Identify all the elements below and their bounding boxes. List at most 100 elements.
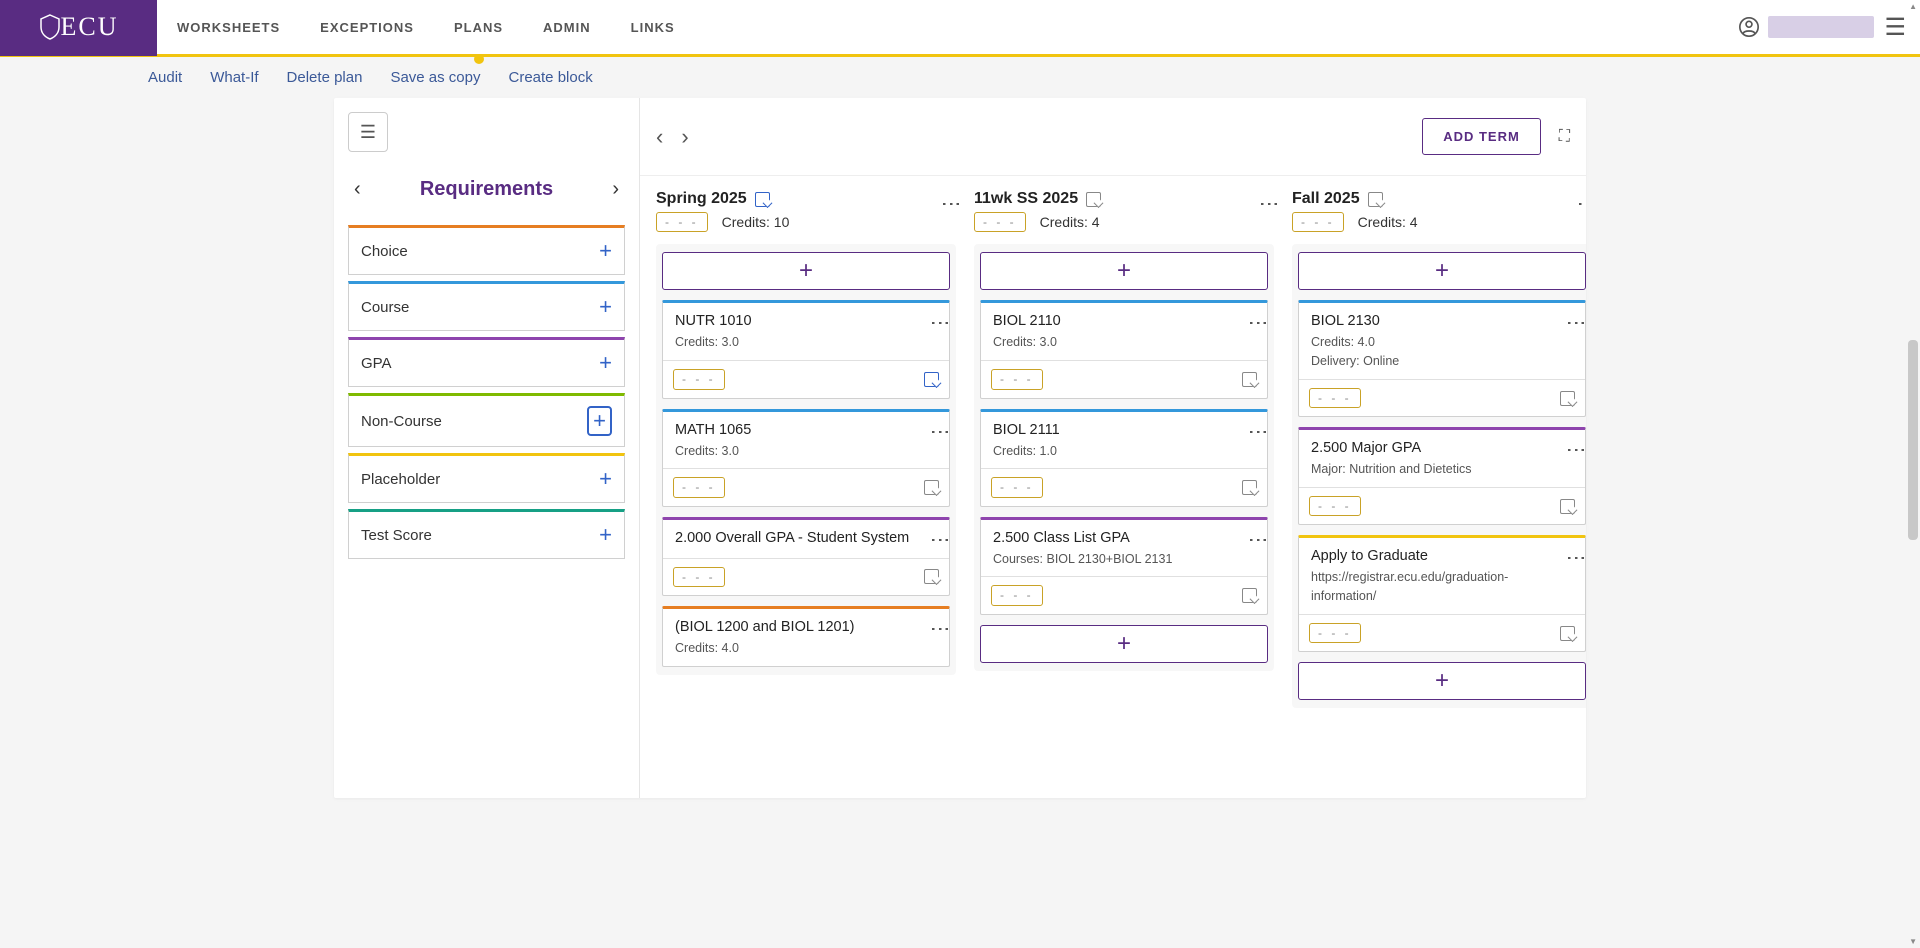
term-menu-icon[interactable]: [946, 190, 956, 216]
note-icon[interactable]: [1242, 588, 1257, 603]
course-card[interactable]: 2.500 Major GPAMajor: Nutrition and Diet…: [1298, 427, 1586, 525]
subnav-what-if[interactable]: What-If: [210, 69, 258, 86]
add-requirement-icon[interactable]: +: [599, 350, 612, 376]
add-card-button[interactable]: +: [980, 252, 1268, 290]
status-box[interactable]: - - -: [1292, 212, 1344, 232]
card-title: BIOL 2110: [993, 313, 1255, 329]
card-menu-icon[interactable]: [1253, 418, 1263, 444]
scroll-down-icon[interactable]: ▼: [1909, 937, 1917, 946]
scroll-next-icon[interactable]: ›: [681, 124, 688, 150]
app-menu-icon[interactable]: ☰: [1884, 13, 1906, 42]
scrollbar-thumb[interactable]: [1908, 340, 1918, 540]
requirement-gpa[interactable]: GPA+: [348, 337, 625, 387]
add-requirement-icon[interactable]: +: [599, 294, 612, 320]
note-icon[interactable]: [1242, 480, 1257, 495]
status-box[interactable]: - - -: [991, 369, 1043, 389]
add-card-button[interactable]: +: [1298, 252, 1586, 290]
add-term-button[interactable]: ADD TERM: [1422, 118, 1541, 155]
card-menu-icon[interactable]: [1253, 309, 1263, 335]
term-menu-icon[interactable]: [1582, 190, 1586, 216]
card-menu-icon[interactable]: [1571, 544, 1581, 570]
card-subtitle: Credits: 4.0Delivery: Online: [1311, 333, 1573, 371]
add-requirement-icon[interactable]: +: [599, 522, 612, 548]
card-menu-icon[interactable]: [935, 309, 945, 335]
requirement-choice[interactable]: Choice+: [348, 225, 625, 275]
requirement-course[interactable]: Course+: [348, 281, 625, 331]
term-menu-icon[interactable]: [1264, 190, 1274, 216]
brand-logo: ECU: [0, 0, 157, 56]
card-menu-icon[interactable]: [1571, 309, 1581, 335]
nav-tab-plans[interactable]: PLANS: [434, 0, 523, 56]
note-icon[interactable]: [924, 372, 939, 387]
nav-tab-links[interactable]: LINKS: [611, 0, 695, 56]
nav-tab-admin[interactable]: ADMIN: [523, 0, 611, 56]
status-box[interactable]: - - -: [656, 212, 708, 232]
brand-text: ECU: [61, 12, 119, 42]
note-icon[interactable]: [1368, 192, 1383, 207]
nav-tab-exceptions[interactable]: EXCEPTIONS: [300, 0, 434, 56]
card-menu-icon[interactable]: [935, 615, 945, 641]
scroll-prev-icon[interactable]: ‹: [656, 124, 663, 150]
scroll-up-icon[interactable]: ▲: [1909, 2, 1917, 11]
course-card[interactable]: NUTR 1010Credits: 3.0- - -: [662, 300, 950, 398]
card-menu-icon[interactable]: [935, 418, 945, 444]
note-icon[interactable]: [1560, 626, 1575, 641]
status-box[interactable]: - - -: [673, 567, 725, 587]
nav-tab-worksheets[interactable]: WORKSHEETS: [157, 0, 300, 56]
card-menu-icon[interactable]: [1253, 526, 1263, 552]
status-box[interactable]: - - -: [673, 369, 725, 389]
course-card[interactable]: BIOL 2110 Credits: 3.0 - - -: [980, 300, 1268, 398]
subnav-audit[interactable]: Audit: [148, 69, 182, 86]
term-title: Fall 2025: [1292, 190, 1418, 208]
card-menu-icon[interactable]: [935, 526, 945, 552]
note-icon[interactable]: [1086, 192, 1101, 207]
add-card-button[interactable]: +: [1298, 662, 1586, 700]
add-requirement-icon[interactable]: +: [587, 406, 612, 436]
sidebar-toggle-icon[interactable]: ☰: [348, 112, 388, 152]
subnav: Audit What-If Delete plan Save as copy Creat…: [0, 57, 1920, 98]
status-box[interactable]: - - -: [673, 477, 725, 497]
term-title: 11wk SS 2025: [974, 190, 1101, 208]
note-icon[interactable]: [1242, 372, 1257, 387]
add-card-button[interactable]: +: [980, 625, 1268, 663]
add-requirement-icon[interactable]: +: [599, 238, 612, 264]
sidebar-prev-icon[interactable]: ‹: [348, 174, 367, 205]
status-box[interactable]: - - -: [1309, 388, 1361, 408]
note-icon[interactable]: [1560, 499, 1575, 514]
card-subtitle: Credits: 3.0: [993, 333, 1255, 352]
status-box[interactable]: - - -: [1309, 623, 1361, 643]
requirement-non-course[interactable]: Non-Course+: [348, 393, 625, 447]
sidebar-title: Requirements: [367, 178, 607, 201]
note-icon[interactable]: [755, 192, 770, 207]
requirement-placeholder[interactable]: Placeholder+: [348, 453, 625, 503]
sidebar-next-icon[interactable]: ›: [606, 174, 625, 205]
requirement-test-score[interactable]: Test Score+: [348, 509, 625, 559]
add-requirement-icon[interactable]: +: [599, 466, 612, 492]
user-icon: [1738, 16, 1760, 38]
course-card[interactable]: (BIOL 1200 and BIOL 1201)Credits: 4.0: [662, 606, 950, 667]
expand-icon[interactable]: ⛶: [1559, 128, 1570, 146]
card-title: (BIOL 1200 and BIOL 1201): [675, 619, 937, 635]
user-chip[interactable]: [1738, 16, 1874, 38]
course-card[interactable]: Apply to Graduatehttps://registrar.ecu.e…: [1298, 535, 1586, 652]
course-card[interactable]: 2.500 Class List GPACourses: BIOL 2130+B…: [980, 517, 1268, 615]
card-subtitle: Credits: 1.0: [993, 442, 1255, 461]
subnav-create-block[interactable]: Create block: [509, 69, 593, 86]
course-card[interactable]: 2.000 Overall GPA - Student System- - -: [662, 517, 950, 596]
card-menu-icon[interactable]: [1571, 436, 1581, 462]
course-card[interactable]: MATH 1065Credits: 3.0- - -: [662, 409, 950, 507]
status-box[interactable]: - - -: [974, 212, 1026, 232]
planner-panel: ☰ ‹ Requirements › Choice+ Course+ GPA+ Non…: [334, 98, 1586, 798]
card-title: BIOL 2111: [993, 422, 1255, 438]
status-box[interactable]: - - -: [1309, 496, 1361, 516]
course-card[interactable]: BIOL 2111 Credits: 1.0 - - -: [980, 409, 1268, 507]
note-icon[interactable]: [924, 480, 939, 495]
note-icon[interactable]: [924, 569, 939, 584]
subnav-delete-plan[interactable]: Delete plan: [287, 69, 363, 86]
note-icon[interactable]: [1560, 391, 1575, 406]
course-card[interactable]: BIOL 2130Credits: 4.0Delivery: Online- -…: [1298, 300, 1586, 417]
add-card-button[interactable]: +: [662, 252, 950, 290]
status-box[interactable]: - - -: [991, 585, 1043, 605]
subnav-save-as-copy[interactable]: Save as copy: [390, 69, 480, 86]
status-box[interactable]: - - -: [991, 477, 1043, 497]
